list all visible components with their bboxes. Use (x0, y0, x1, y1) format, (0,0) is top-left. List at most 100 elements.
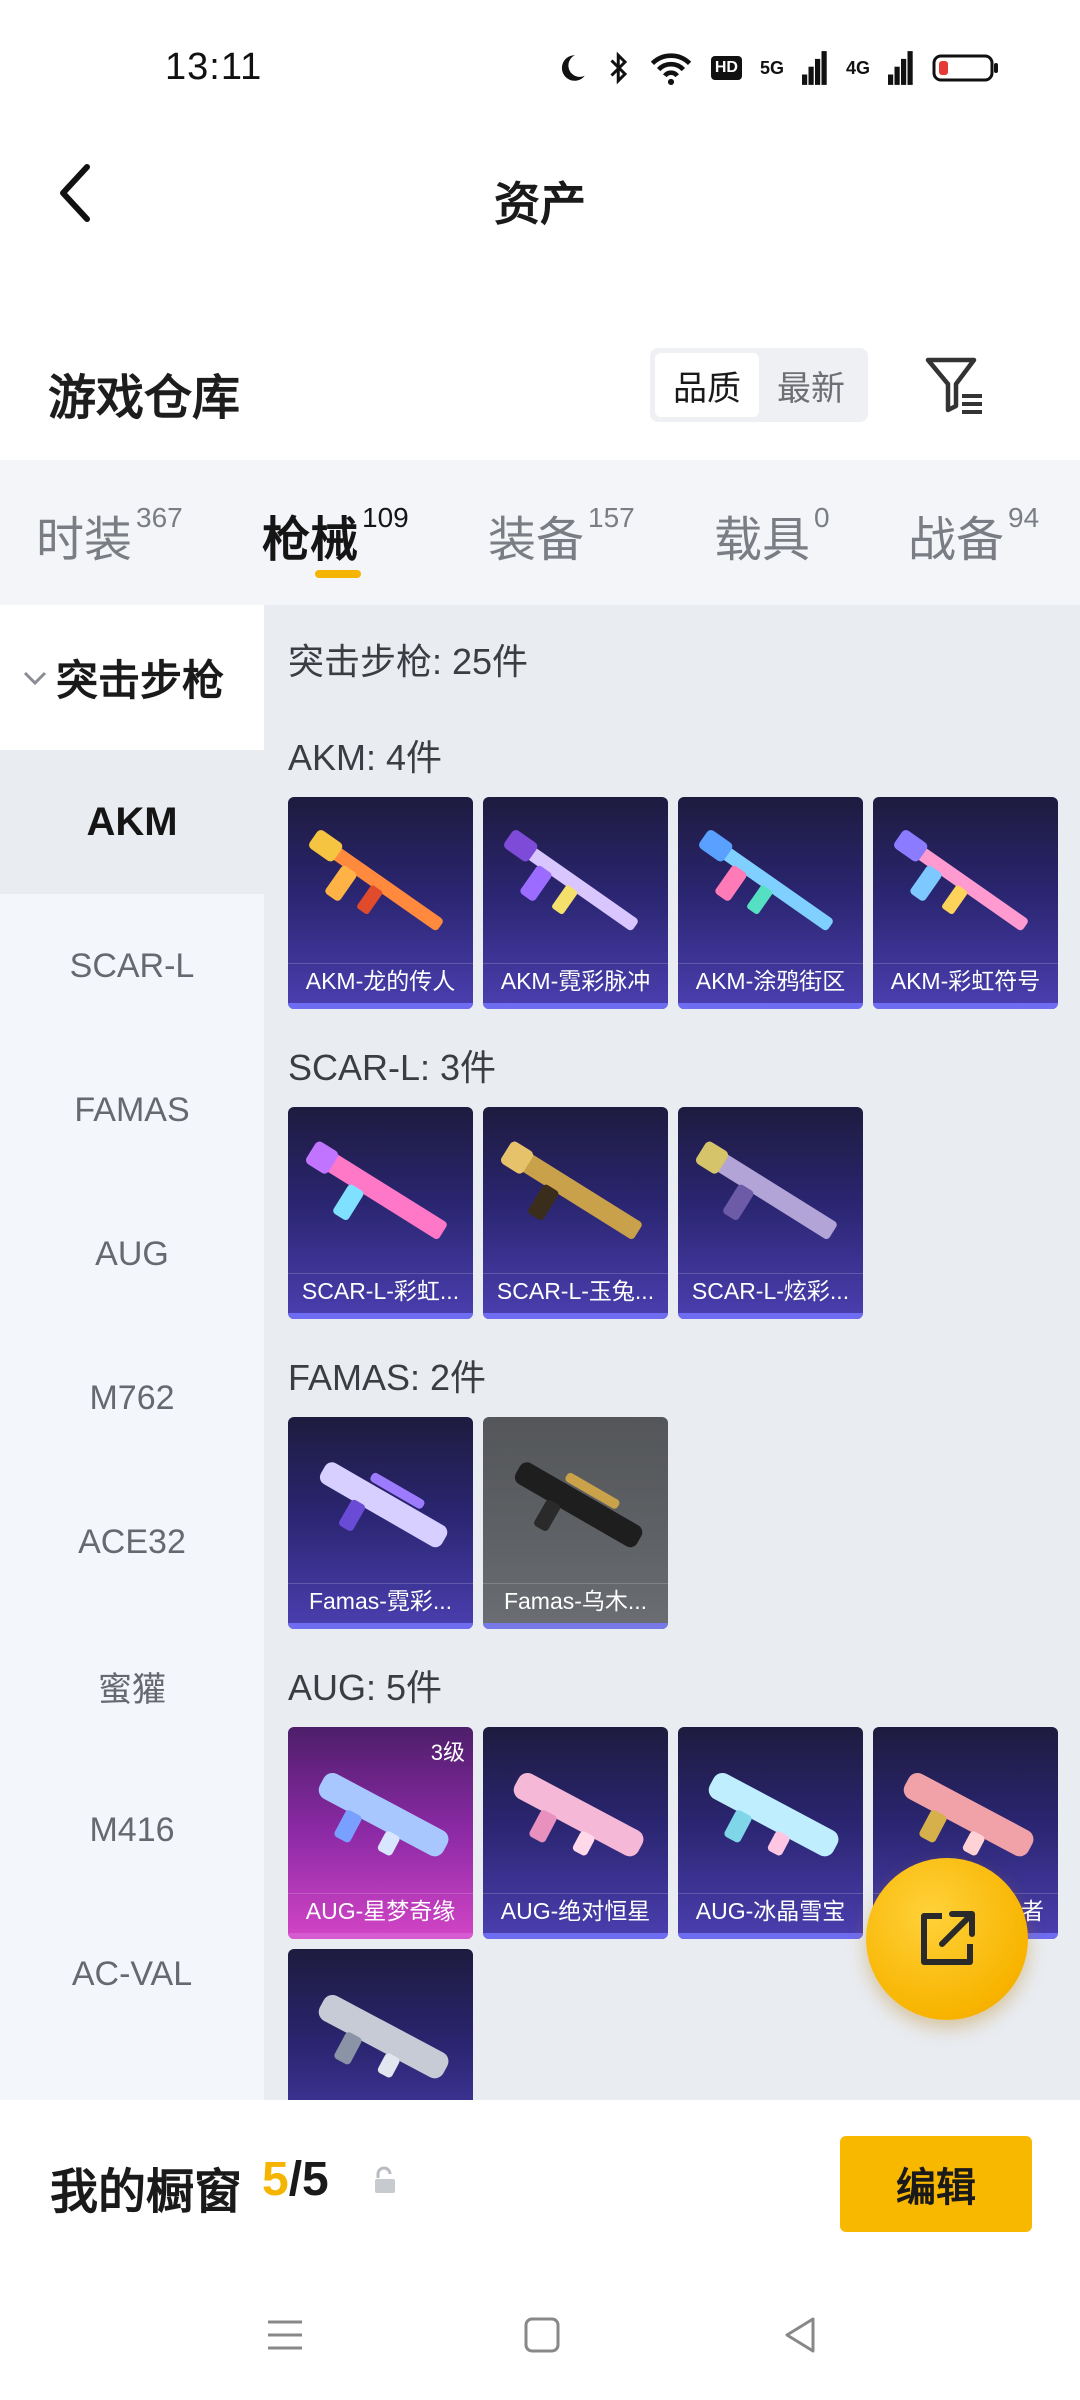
akm-skin-image (894, 830, 1028, 931)
sidebar-item-m762[interactable]: M762 (0, 1326, 264, 1470)
akm-skin-image (309, 830, 443, 931)
sidebar-item-ac-val[interactable]: AC-VAL (0, 1902, 264, 2046)
status-icons: HD 5G 4G (555, 48, 1000, 88)
status-time: 13:11 (165, 46, 263, 88)
warehouse-title: 游戏仓库 (48, 372, 241, 425)
unlock-icon[interactable] (370, 2166, 400, 2196)
weapon-sidebar: 突击步枪 AKM SCAR-L FAMAS AUG M762 ACE32 蜜獾 … (0, 605, 264, 2100)
tab-fashion[interactable]: 时装 367 (36, 500, 183, 580)
sidebar-item-honey-badger[interactable]: 蜜獾 (0, 1614, 264, 1758)
showcase-count: 5/5 (262, 2152, 329, 2207)
tab-count: 157 (588, 502, 635, 533)
weapon-card[interactable]: Famas-霓彩... (288, 1417, 473, 1629)
famas-skin-image (319, 1462, 448, 1548)
rarity-bar (678, 1933, 863, 1939)
weapon-card-name: SCAR-L-彩虹... (288, 1273, 473, 1309)
sidebar-group-assault-rifles[interactable]: 突击步枪 (0, 605, 264, 750)
weapon-card[interactable]: AUG-绝对恒星 (483, 1727, 668, 1939)
weapon-card[interactable]: 3级 AUG-星梦奇缘 (288, 1727, 473, 1939)
category-tabs: 时装 367 枪械 109 装备 157 载具 0 战备 94 (0, 460, 1080, 605)
weapon-card-name: SCAR-L-炫彩... (678, 1273, 863, 1309)
showcase-total: /5 (288, 2153, 329, 2206)
rarity-bar (288, 1623, 473, 1629)
share-button[interactable] (866, 1858, 1028, 2020)
rarity-bar (678, 1313, 863, 1319)
weapon-card-name: AKM-彩虹符号 (873, 963, 1058, 999)
menu-icon[interactable] (260, 2310, 310, 2360)
rarity-bar (288, 1933, 473, 1939)
warehouse-header: 游戏仓库 品质 最新 (0, 330, 1080, 450)
sidebar-item-m416[interactable]: M416 (0, 1758, 264, 1902)
rarity-bar (873, 1003, 1058, 1009)
weapon-card[interactable]: AKM-彩虹符号 (873, 797, 1058, 1009)
sidebar-item-ace32[interactable]: ACE32 (0, 1470, 264, 1614)
showcase-current: 5 (262, 2153, 289, 2206)
scar-l-skin-image (305, 1141, 447, 1239)
weapon-card-name: Famas-乌木... (483, 1583, 668, 1619)
aug-skin-image (318, 1994, 449, 2079)
rarity-bar (483, 1623, 668, 1629)
tab-vehicles[interactable]: 载具 0 (714, 500, 830, 580)
sidebar-item-famas[interactable]: FAMAS (0, 1038, 264, 1182)
tab-equipment[interactable]: 装备 157 (488, 500, 635, 580)
active-tab-indicator (315, 570, 361, 578)
sidebar-group-label: 突击步枪 (56, 657, 225, 704)
edit-button[interactable]: 编辑 (840, 2136, 1032, 2232)
tab-count: 0 (814, 502, 830, 533)
home-icon[interactable] (517, 2310, 567, 2360)
scar-l-skin-image (500, 1141, 642, 1239)
section-title-aug: AUG: 5件 (288, 1667, 443, 1708)
weapon-card-name: AKM-霓彩脉冲 (483, 963, 668, 999)
weapon-card[interactable]: SCAR-L-彩虹... (288, 1107, 473, 1319)
aug-skin-image (708, 1772, 839, 1857)
weapon-card-name: SCAR-L-玉兔... (483, 1273, 668, 1309)
back-nav-icon[interactable] (775, 2310, 825, 2360)
rarity-bar (288, 1003, 473, 1009)
scar-l-grid: SCAR-L-彩虹... SCAR-L-玉兔... SCAR-L-炫彩... (288, 1107, 1068, 1319)
section-title-akm: AKM: 4件 (288, 737, 443, 778)
hd-icon: HD (710, 56, 742, 80)
tab-label: 载具 (714, 514, 811, 567)
showcase-label: 我的橱窗 (50, 2166, 243, 2219)
signal-bars-icon (801, 51, 827, 85)
signal-bars-icon-2 (888, 51, 913, 85)
akm-grid: AKM-龙的传人 AKM-霓彩脉冲 AKM-涂鸦街区 AKM-彩虹符号 (288, 797, 1068, 1009)
tab-combat-gear[interactable]: 战备 94 (908, 500, 1039, 580)
sort-quality-button[interactable]: 品质 (655, 353, 759, 417)
moon-icon (561, 55, 585, 81)
filter-button[interactable] (920, 350, 990, 420)
weapon-card[interactable]: SCAR-L-炫彩... (678, 1107, 863, 1319)
weapon-card-name: AUG-绝对恒星 (483, 1893, 668, 1929)
weapon-card[interactable]: AKM-霓彩脉冲 (483, 797, 668, 1009)
sort-newest-button[interactable]: 最新 (759, 353, 863, 417)
weapon-card[interactable] (288, 1949, 473, 2100)
tab-label: 枪械 (262, 514, 359, 567)
weapon-card[interactable]: AKM-涂鸦街区 (678, 797, 863, 1009)
tab-firearms[interactable]: 枪械 109 (262, 500, 409, 580)
tab-count: 109 (362, 502, 409, 533)
wifi-icon (650, 53, 692, 85)
category-summary: 突击步枪: 25件 (288, 641, 529, 682)
weapon-card-name: Famas-霓彩... (288, 1583, 473, 1619)
chevron-down-icon (23, 671, 47, 685)
weapon-card[interactable]: Famas-乌木... (483, 1417, 668, 1629)
section-title-famas: FAMAS: 2件 (288, 1357, 487, 1398)
rarity-bar (483, 1003, 668, 1009)
rarity-bar (483, 1933, 668, 1939)
sidebar-item-scar-l[interactable]: SCAR-L (0, 894, 264, 1038)
famas-grid: Famas-霓彩... Famas-乌木... (288, 1417, 1068, 1629)
weapon-card[interactable]: SCAR-L-玉兔... (483, 1107, 668, 1319)
rarity-bar (678, 1003, 863, 1009)
top-app-bar: 资产 (0, 140, 1080, 250)
rarity-bar (483, 1313, 668, 1319)
weapon-card-name: AKM-涂鸦街区 (678, 963, 863, 999)
system-nav-bar (0, 2270, 1080, 2400)
tab-label: 时装 (36, 514, 133, 567)
sidebar-item-aug[interactable]: AUG (0, 1182, 264, 1326)
weapon-card[interactable]: AKM-龙的传人 (288, 797, 473, 1009)
famas-skin-image (514, 1462, 643, 1548)
sidebar-item-akm[interactable]: AKM (0, 750, 264, 894)
weapon-card-name: AUG-冰晶雪宝 (678, 1893, 863, 1929)
showcase-bar: 我的橱窗 5/5 编辑 (0, 2100, 1080, 2270)
weapon-card[interactable]: AUG-冰晶雪宝 (678, 1727, 863, 1939)
